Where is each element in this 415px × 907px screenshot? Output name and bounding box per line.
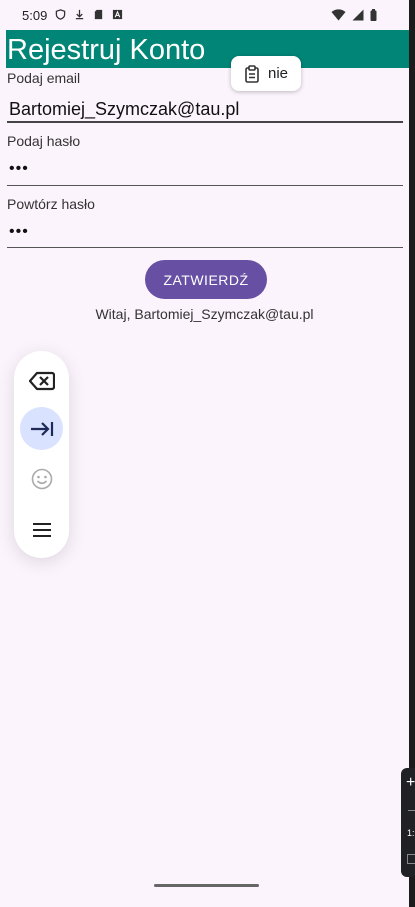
status-bar: 5:09 xyxy=(0,0,409,30)
password-label: Podaj hasło xyxy=(7,133,81,149)
keyboard-floating-toolbar xyxy=(14,351,69,558)
tab-icon xyxy=(30,421,53,436)
screen: 5:09 Rejestruj Konto nie Podaj email Bar… xyxy=(0,0,409,907)
password-field-underline xyxy=(7,185,403,186)
clipboard-paste-suggestion[interactable]: nie xyxy=(231,56,301,91)
side-overlay-tab[interactable]: + 1: xyxy=(401,768,415,877)
side-tab-fragment-icon: 1: xyxy=(407,828,415,838)
welcome-message: Witaj, Bartomiej_Szymczak@tau.pl xyxy=(95,306,314,322)
a-badge-icon xyxy=(112,9,123,20)
backspace-icon xyxy=(28,371,55,390)
email-label: Podaj email xyxy=(7,70,81,86)
status-time: 5:09 xyxy=(22,8,48,23)
password-field[interactable]: ••• xyxy=(9,160,29,178)
sd-card-icon xyxy=(94,9,103,20)
clipboard-suggestion-text: nie xyxy=(267,65,289,82)
side-tab-divider xyxy=(408,810,415,811)
clipboard-icon xyxy=(245,64,259,83)
emoji-button[interactable] xyxy=(20,457,63,500)
side-tab-box-icon xyxy=(407,854,415,864)
download-icon xyxy=(75,9,84,20)
page-title: Rejestruj Konto xyxy=(7,34,206,66)
wifi-icon xyxy=(331,9,346,21)
plus-icon: + xyxy=(406,774,415,791)
menu-button[interactable] xyxy=(20,508,63,551)
repeat-password-label: Powtórz hasło xyxy=(7,196,95,212)
menu-icon xyxy=(32,522,51,537)
email-field-underline xyxy=(7,121,403,123)
emoji-icon xyxy=(31,468,52,489)
repeat-password-field-underline xyxy=(7,247,403,248)
status-left-icons xyxy=(55,9,123,20)
submit-button[interactable]: ZATWIERDŹ xyxy=(145,260,267,299)
shield-icon xyxy=(55,9,66,20)
home-indicator[interactable] xyxy=(154,884,259,887)
signal-icon xyxy=(352,9,364,21)
tab-button[interactable] xyxy=(20,407,63,450)
status-right-icons xyxy=(331,9,377,21)
repeat-password-field[interactable]: ••• xyxy=(9,223,29,241)
email-field[interactable]: Bartomiej_Szymczak@tau.pl xyxy=(9,99,239,120)
battery-icon xyxy=(370,9,377,21)
app-bar: Rejestruj Konto xyxy=(6,30,409,68)
backspace-button[interactable] xyxy=(20,359,63,402)
